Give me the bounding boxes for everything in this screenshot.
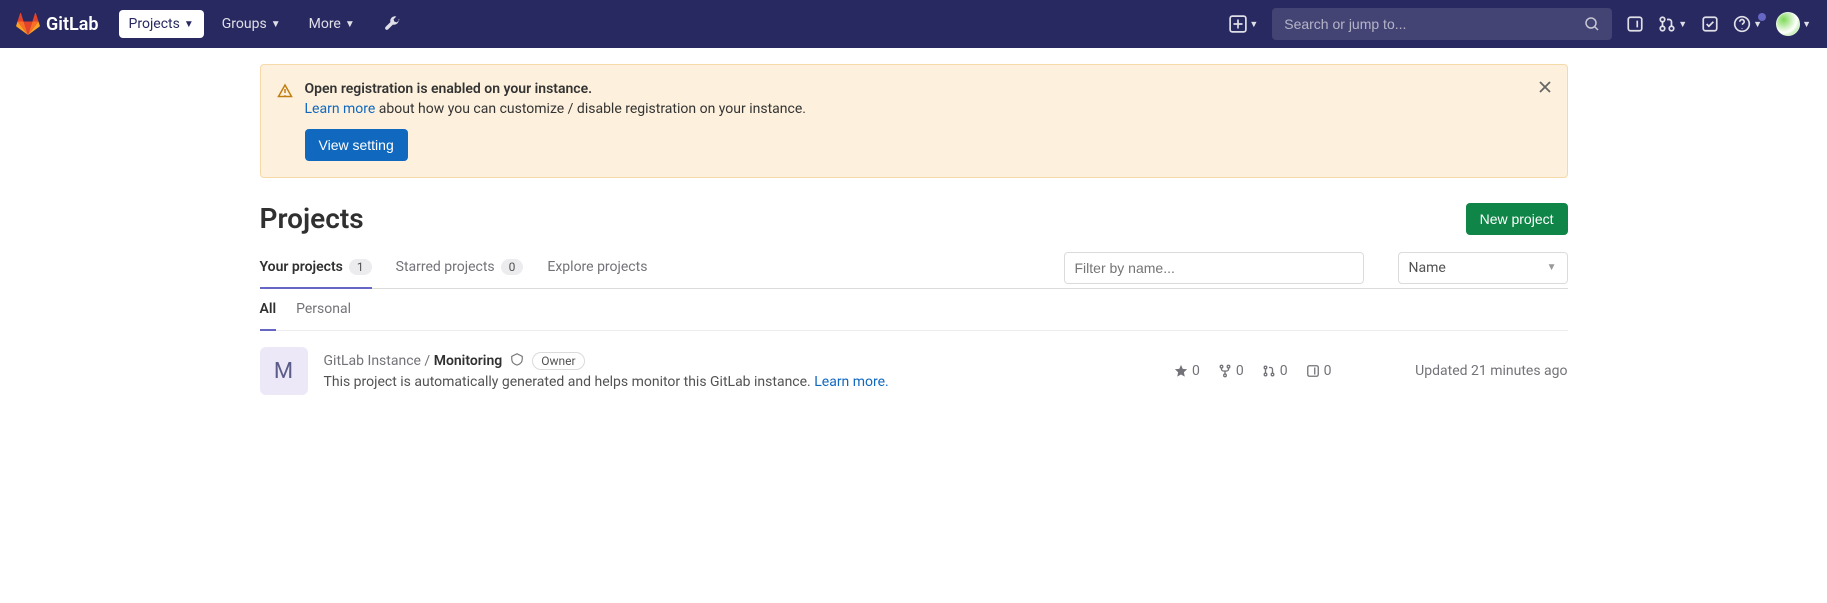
merge-requests-dropdown[interactable]: ▼ — [1658, 15, 1687, 33]
alert-title: Open registration is enabled on your ins… — [305, 81, 1551, 97]
merge-requests-stat[interactable]: 0 — [1262, 363, 1288, 379]
starred-projects-count: 0 — [501, 259, 524, 275]
issues-stat[interactable]: 0 — [1306, 363, 1332, 379]
global-search[interactable] — [1272, 8, 1612, 40]
alert-close-button[interactable] — [1537, 79, 1553, 99]
chevron-down-icon: ▼ — [271, 19, 281, 30]
new-project-button[interactable]: New project — [1466, 203, 1568, 235]
todos-icon[interactable] — [1701, 15, 1719, 33]
internal-visibility-icon — [510, 352, 524, 370]
stars-stat[interactable]: 0 — [1174, 363, 1200, 379]
avatar — [1776, 12, 1800, 36]
project-avatar: M — [260, 347, 308, 395]
learn-more-link[interactable]: Learn more — [305, 101, 376, 117]
fork-icon — [1218, 364, 1232, 378]
your-projects-count: 1 — [349, 259, 372, 275]
chevron-down-icon: ▼ — [1249, 19, 1258, 30]
tab-starred-projects[interactable]: Starred projects 0 — [396, 247, 524, 289]
registration-alert: Open registration is enabled on your ins… — [260, 64, 1568, 178]
project-stats: 0 0 0 0 — [1174, 363, 1332, 379]
project-description: This project is automatically generated … — [324, 374, 1159, 390]
subtab-all[interactable]: All — [260, 289, 277, 331]
chevron-down-icon: ▼ — [184, 19, 194, 30]
issues-icon[interactable] — [1626, 15, 1644, 33]
tab-explore-projects[interactable]: Explore projects — [547, 247, 647, 289]
subtab-personal[interactable]: Personal — [296, 289, 351, 331]
star-icon — [1174, 364, 1188, 378]
brand-text: GitLab — [46, 14, 99, 35]
nav-projects[interactable]: Projects▼ — [119, 10, 204, 38]
forks-stat[interactable]: 0 — [1218, 363, 1244, 379]
tanuki-icon — [16, 12, 40, 36]
alert-text: Learn more about how you can customize /… — [305, 101, 1551, 117]
user-menu[interactable]: ▼ — [1776, 12, 1811, 36]
project-role-badge: Owner — [532, 352, 584, 370]
tab-your-projects[interactable]: Your projects 1 — [260, 247, 372, 289]
view-setting-button[interactable]: View setting — [305, 129, 408, 161]
navbar-right: ▼ ▼ ▼ ▼ — [1229, 8, 1811, 40]
chevron-down-icon: ▼ — [345, 19, 355, 30]
merge-request-icon — [1262, 364, 1276, 378]
project-tabs: Your projects 1 Starred projects 0 Explo… — [260, 247, 1568, 289]
gitlab-logo[interactable]: GitLab — [16, 12, 99, 36]
warning-icon — [277, 83, 293, 161]
top-navbar: GitLab Projects▼ Groups▼ More▼ ▼ ▼ — [0, 0, 1827, 48]
issue-icon — [1306, 364, 1320, 378]
project-learn-more-link[interactable]: Learn more. — [814, 374, 889, 390]
project-subtabs: All Personal — [260, 289, 1568, 331]
navbar-left: GitLab Projects▼ Groups▼ More▼ — [16, 10, 401, 38]
chevron-down-icon: ▼ — [1678, 19, 1687, 30]
nav-more[interactable]: More▼ — [299, 10, 365, 38]
filter-by-name-input[interactable] — [1064, 252, 1364, 284]
create-new-dropdown[interactable]: ▼ — [1229, 15, 1258, 33]
help-dropdown[interactable]: ▼ — [1733, 15, 1762, 33]
project-updated-at: Updated 21 minutes ago — [1348, 363, 1568, 379]
search-icon — [1584, 16, 1600, 32]
sort-dropdown[interactable]: Name ▼ — [1398, 252, 1568, 284]
project-row[interactable]: M GitLab Instance / Monitoring Owner Thi… — [260, 331, 1568, 411]
nav-groups[interactable]: Groups▼ — [212, 10, 291, 38]
project-namespace-name[interactable]: GitLab Instance / Monitoring — [324, 353, 503, 369]
chevron-down-icon: ▼ — [1802, 19, 1811, 30]
page-title: Projects — [260, 202, 364, 235]
page-header: Projects New project — [260, 202, 1568, 235]
notification-dot — [1758, 13, 1766, 21]
chevron-down-icon: ▼ — [1547, 262, 1557, 273]
admin-wrench-icon[interactable] — [383, 15, 401, 33]
search-input[interactable] — [1284, 16, 1584, 32]
